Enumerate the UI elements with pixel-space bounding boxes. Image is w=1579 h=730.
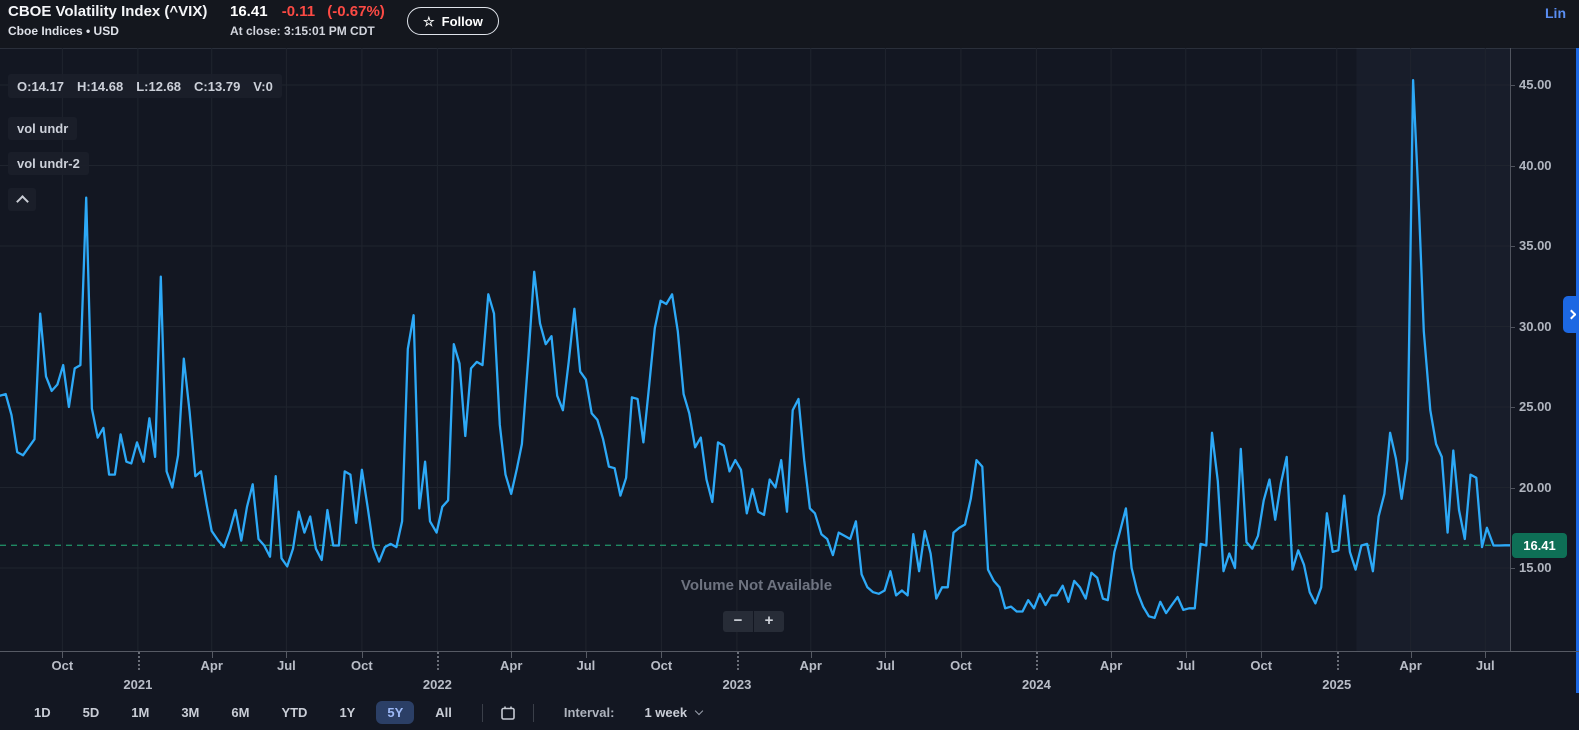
page-title: CBOE Volatility Index (^VIX): [8, 3, 208, 20]
time-axis-label: Jul: [1475, 658, 1495, 673]
indicator-chip-label: vol undr-2: [17, 156, 80, 171]
chevron-up-icon: [15, 195, 29, 208]
zoom-in-button[interactable]: +: [754, 611, 784, 632]
time-axis-label: Jul: [576, 658, 596, 673]
exchange-currency-label: Cboe Indices • USD: [8, 24, 119, 38]
ohlc-value: H:14.68: [76, 78, 124, 94]
time-axis-year-tick: [1336, 652, 1339, 670]
price-axis-label: 40.00: [1519, 157, 1552, 173]
chart-type-line-button[interactable]: Lin: [1545, 5, 1566, 21]
time-axis-label: Jul: [876, 658, 895, 673]
time-axis-label: Apr: [1399, 658, 1422, 673]
ohlc-value: L:12.68: [136, 78, 182, 94]
interval-label: Interval:: [563, 705, 615, 720]
range-button-5y[interactable]: 5Y: [376, 701, 415, 724]
at-close-timestamp: At close: 3:15:01 PM CDT: [230, 24, 375, 38]
ohlc-value: O:14.17: [17, 78, 64, 94]
indicator-chip-vol-undr-2[interactable]: vol undr-2: [8, 152, 89, 175]
ohlc-value: C:13.79: [194, 78, 241, 94]
range-button-ytd[interactable]: YTD: [270, 701, 318, 724]
price-axis-label: 30.00: [1519, 318, 1552, 334]
time-axis-label: Oct: [51, 658, 74, 673]
range-button-all[interactable]: All: [424, 701, 463, 724]
price-axis-tick: [1511, 85, 1515, 86]
time-axis-label: Jul: [1176, 658, 1196, 673]
time-axis-label: Oct: [1250, 658, 1273, 673]
price-axis[interactable]: 45.00 40.00 35.00 30.00 25.00 20.00 15.00: [1510, 48, 1579, 651]
time-axis[interactable]: Oct 2021 Apr Jul Oct 2022 Apr Jul Oct 2023 Apr Jul O…: [0, 651, 1579, 696]
collapse-legend-button[interactable]: [8, 188, 36, 211]
indicator-chip-label: vol undr: [17, 121, 69, 136]
time-axis-label: Oct: [351, 658, 373, 673]
range-button-5d[interactable]: 5D: [72, 701, 111, 724]
range-button-1m[interactable]: 1M: [120, 701, 160, 724]
time-axis-label: 2022: [422, 677, 452, 692]
price-axis-tick: [1511, 568, 1515, 569]
interval-value: 1 week: [644, 705, 688, 720]
vix-chart-screen: CBOE Volatility Index (^VIX) Cboe Indice…: [0, 0, 1579, 730]
chevron-right-icon: [1566, 309, 1576, 320]
time-axis-label: Apr: [799, 658, 822, 673]
price-axis-tick: [1511, 407, 1515, 408]
time-axis-year-tick: [137, 652, 140, 670]
price-axis-tick: [1511, 487, 1515, 489]
last-price: 16.41: [230, 3, 268, 20]
time-axis-label: 2025: [1322, 677, 1352, 692]
calendar-icon[interactable]: [500, 705, 516, 721]
time-axis-label: Apr: [200, 658, 223, 673]
time-axis-label: 2023: [722, 677, 752, 692]
range-button-1d[interactable]: 1D: [23, 701, 62, 724]
range-button-1y[interactable]: 1Y: [328, 701, 366, 724]
time-axis-year-tick: [1036, 652, 1039, 670]
price-change-percent: (-0.67%): [327, 3, 385, 20]
price-axis-label: 15.00: [1519, 560, 1552, 575]
time-axis-label: 2021: [123, 677, 153, 692]
toolbar-divider: [481, 703, 483, 722]
range-selector: 1D 5D 1M 3M 6M YTD 1Y 5Y All: [18, 701, 468, 724]
ohlc-value: V:0: [253, 78, 273, 94]
time-axis-label: 2024: [1021, 677, 1051, 692]
current-price-badge: 16.41: [1512, 532, 1567, 558]
price-axis-label: 20.00: [1519, 479, 1552, 495]
zoom-out-button[interactable]: −: [723, 611, 753, 632]
time-axis-year-tick: [736, 652, 739, 670]
time-axis-label: Apr: [500, 658, 523, 673]
range-button-6m[interactable]: 6M: [220, 701, 260, 724]
price-change: -0.11: [281, 3, 316, 20]
indicator-chip-vol-undr[interactable]: vol undr: [8, 117, 78, 140]
chevron-down-icon: [694, 706, 704, 716]
vix-price-line: [0, 79, 1510, 620]
price-axis-tick: [1511, 165, 1515, 167]
price-axis-tick: [1511, 326, 1515, 328]
price-axis-label: 45.00: [1519, 77, 1552, 92]
star-icon: ☆: [423, 13, 435, 29]
price-axis-tick: [1511, 246, 1515, 247]
time-axis-label: Oct: [650, 658, 673, 673]
chart-toolbar: 1D 5D 1M 3M 6M YTD 1Y 5Y All Interval: 1 week: [0, 695, 1579, 730]
follow-button-label: Follow: [441, 13, 483, 29]
toolbar-divider: [532, 703, 534, 722]
zoom-controls: − +: [723, 611, 784, 632]
follow-button[interactable]: ☆ Follow: [407, 7, 499, 35]
recent-highlight-band: [1356, 48, 1510, 651]
range-button-3m[interactable]: 3M: [170, 701, 210, 724]
price-chart-plot[interactable]: [0, 48, 1510, 651]
time-axis-label: Oct: [950, 658, 972, 673]
ohlc-readout: O:14.17 H:14.68 L:12.68 C:13.79 V:0: [8, 74, 282, 98]
price-axis-label: 25.00: [1519, 399, 1552, 414]
time-axis-label: Apr: [1099, 658, 1123, 673]
price-row: 16.41 -0.11 (-0.67%): [230, 3, 393, 20]
quote-header: CBOE Volatility Index (^VIX) Cboe Indice…: [0, 0, 1579, 48]
volume-unavailable-message: Volume Not Available: [680, 577, 833, 594]
price-axis-label: 35.00: [1519, 238, 1552, 253]
time-axis-label: Jul: [276, 658, 296, 673]
interval-dropdown[interactable]: 1 week: [644, 705, 704, 720]
time-axis-year-tick: [437, 652, 440, 670]
